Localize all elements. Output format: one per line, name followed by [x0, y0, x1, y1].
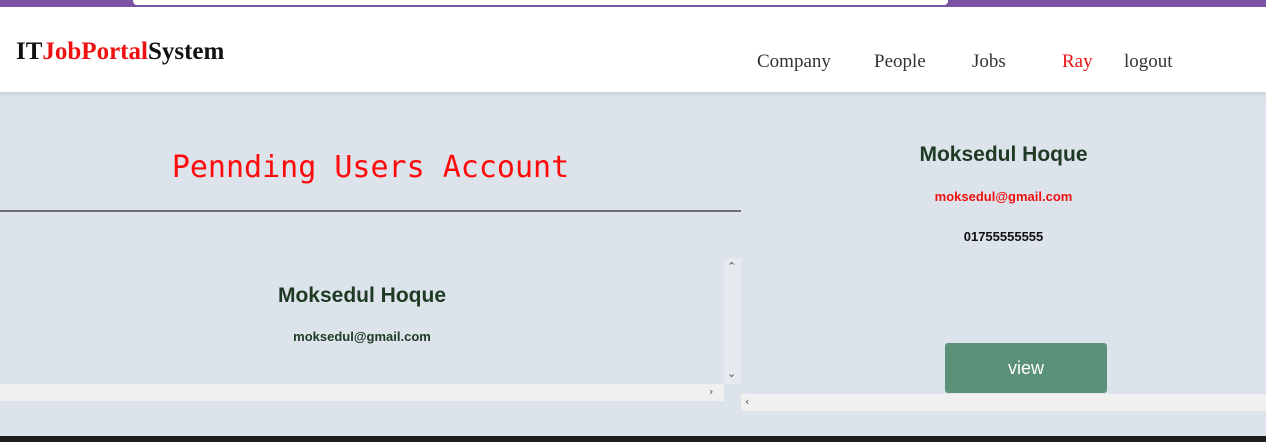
vertical-scrollbar[interactable]: ⌃ ⌄ [724, 258, 741, 384]
nav-people[interactable]: People [874, 51, 926, 73]
chevron-up-icon[interactable]: ⌃ [727, 261, 736, 272]
pending-user-email: moksedul@gmail.com [293, 329, 431, 344]
view-button[interactable]: view [945, 343, 1107, 393]
nav-user-ray[interactable]: Ray [1062, 51, 1093, 73]
nav-logout[interactable]: logout [1124, 51, 1173, 73]
scrollbar-corner [724, 384, 741, 401]
page-title: Pennding Users Account [171, 150, 570, 185]
nav-company[interactable]: Company [757, 51, 831, 73]
pending-user-name[interactable]: Moksedul Hoque [0, 284, 724, 308]
chevron-down-icon[interactable]: ⌄ [727, 368, 736, 379]
bottom-bar [0, 436, 1266, 442]
detail-horizontal-scrollbar[interactable]: ‹ [741, 394, 1266, 411]
brand-logo[interactable]: ITJobPortalSystem [16, 38, 224, 66]
navbar: ITJobPortalSystem Company People Jobs Ra… [0, 7, 1266, 92]
brand-part-it: IT [16, 38, 43, 65]
detail-user-phone: 01755555555 [963, 229, 1044, 244]
detail-user-email: moksedul@gmail.com [934, 189, 1073, 204]
chevron-left-icon[interactable]: ‹ [745, 396, 749, 407]
title-divider [0, 210, 741, 212]
chevron-right-icon[interactable]: › [709, 386, 713, 397]
detail-user-name: Moksedul Hoque [919, 143, 1088, 166]
top-search-bar[interactable] [133, 0, 948, 5]
pending-users-list[interactable]: Moksedul Hoque moksedul@gmail.com ⌃ ⌄ › [0, 258, 741, 401]
horizontal-scrollbar[interactable]: › [0, 384, 724, 401]
brand-part-system: System [147, 38, 225, 65]
nav-jobs[interactable]: Jobs [972, 51, 1006, 73]
brand-part-jobportal: JobPortal [42, 38, 148, 65]
